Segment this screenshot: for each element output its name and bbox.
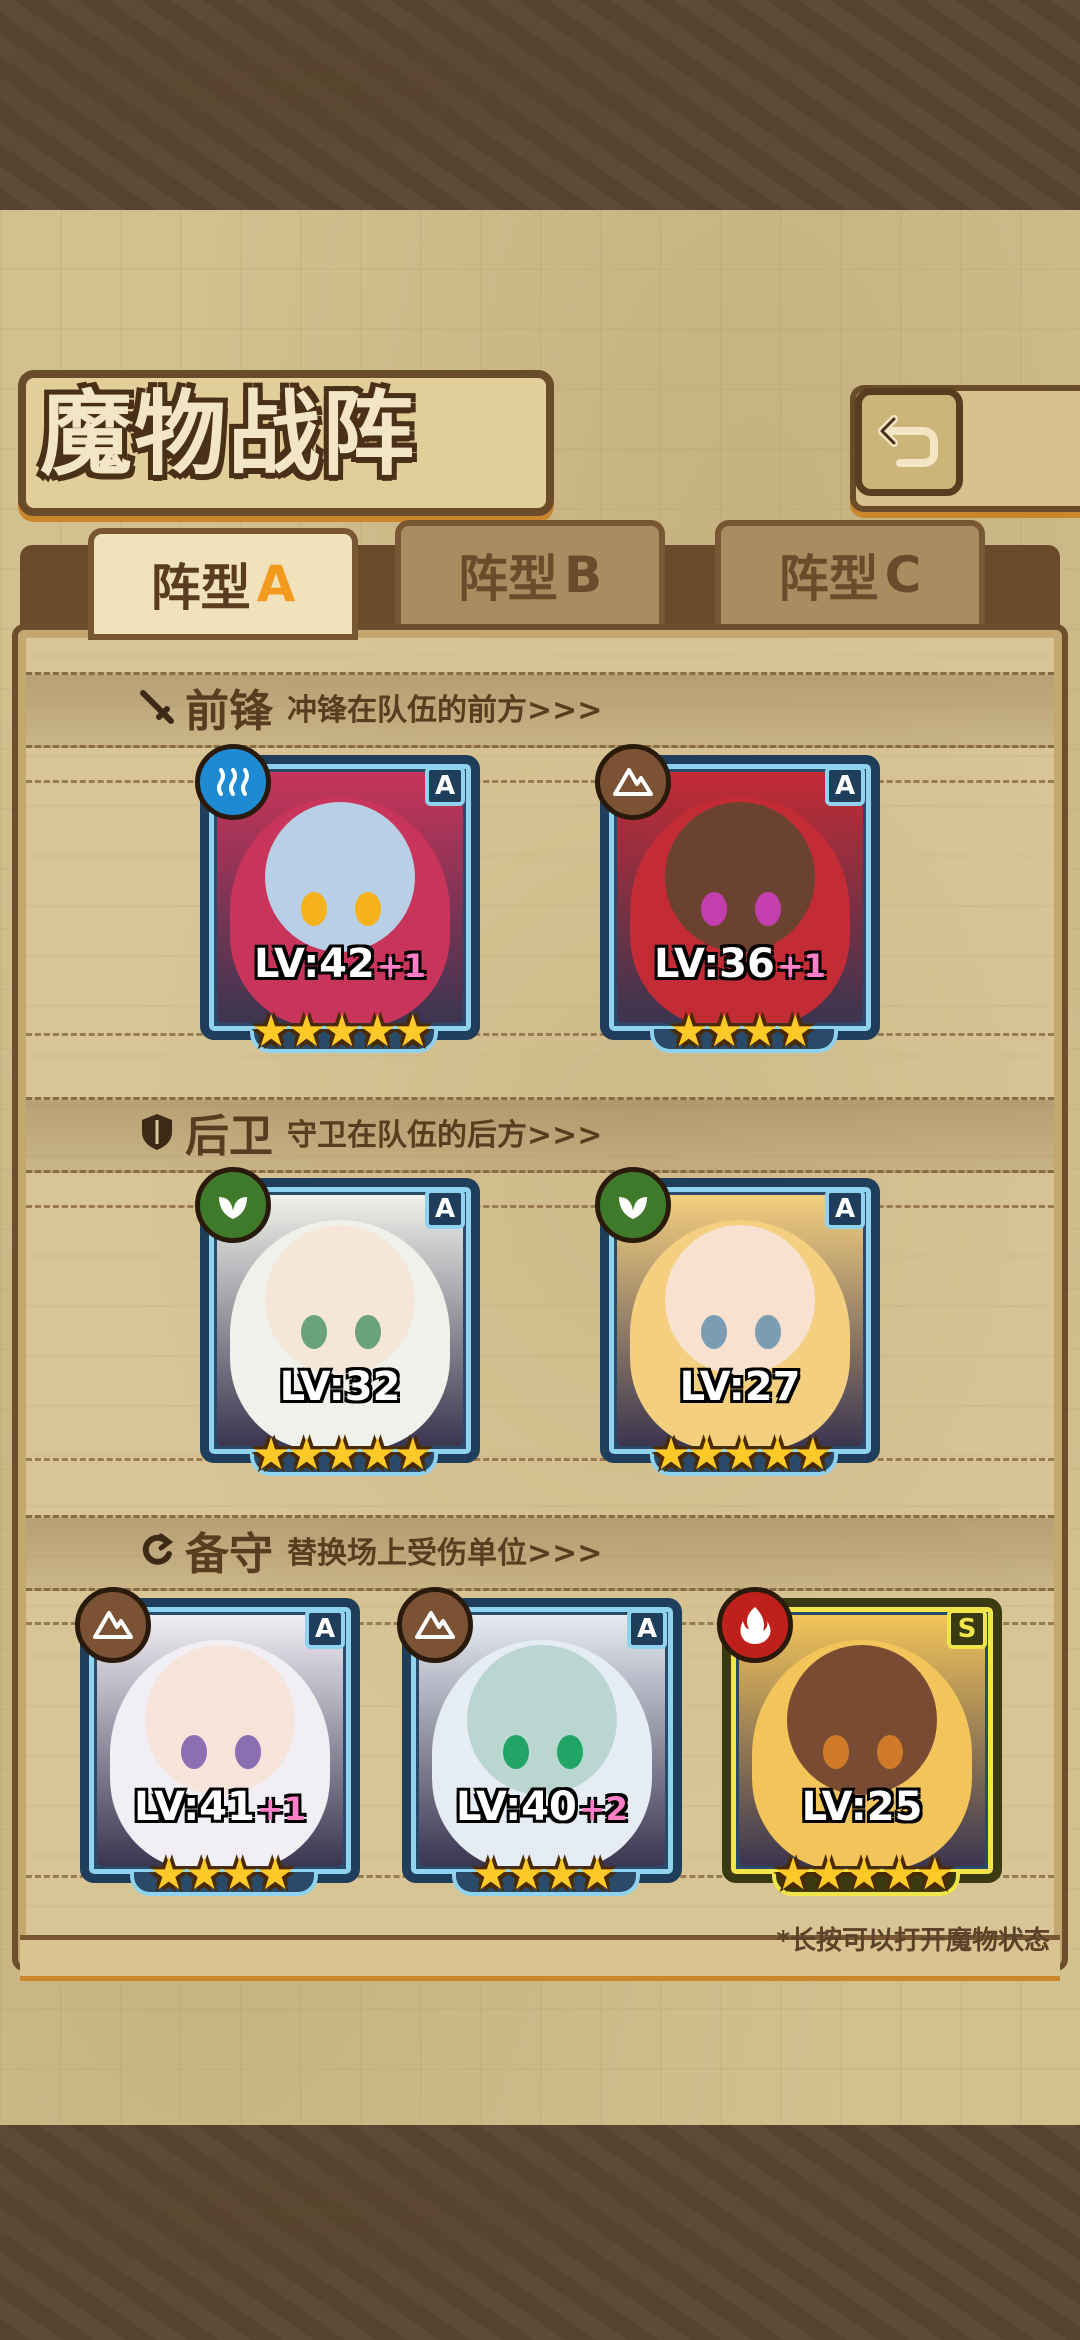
eye-shape xyxy=(556,1735,583,1770)
shield-icon xyxy=(135,1110,179,1154)
level-value: LV:41 xyxy=(134,1784,255,1830)
rank-badge: A xyxy=(425,766,465,806)
star-rating: ★★★★ xyxy=(471,1849,617,1900)
earth-element-icon xyxy=(397,1587,473,1663)
level-text: LV:41+1 xyxy=(89,1784,351,1830)
tab-letter: C xyxy=(884,546,922,604)
tab-label: 阵型 xyxy=(778,550,879,608)
earth-element-icon xyxy=(595,744,671,820)
sword-icon xyxy=(135,685,179,729)
level-text: LV:32 xyxy=(209,1364,471,1410)
monster-card-2[interactable]: A LV:36+1 ★★★★ xyxy=(595,744,880,1057)
rank-badge: A xyxy=(627,1609,667,1649)
level-value: LV:40 xyxy=(456,1784,577,1830)
monster-card-4[interactable]: A LV:27 ★★★★★ xyxy=(595,1167,880,1480)
eye-shape xyxy=(300,1315,327,1350)
section-header-reserve: 备守 替换场上受伤单位>>> xyxy=(135,1515,602,1585)
tab-label: 阵型 xyxy=(150,559,251,617)
back-button[interactable] xyxy=(855,388,963,496)
fire-element-icon xyxy=(717,1587,793,1663)
monster-card-1[interactable]: A LV:42+1 ★★★★★ xyxy=(195,744,480,1057)
section-title: 前锋 xyxy=(185,686,273,737)
eye-shape xyxy=(754,892,781,927)
tab-letter: B xyxy=(563,546,603,604)
tab-formation-a[interactable]: 阵型 A xyxy=(88,528,358,640)
rank-badge: S xyxy=(947,1609,987,1649)
eye-shape xyxy=(754,1315,781,1350)
rank-badge: A xyxy=(425,1189,465,1229)
level-text: LV:25 xyxy=(731,1784,993,1830)
monster-card-6[interactable]: A LV:40+2 ★★★★ xyxy=(397,1587,682,1900)
page-title: 魔物战阵 xyxy=(40,380,417,488)
row-guides xyxy=(26,1205,1054,1461)
section-description: 冲锋在队伍的前方>>> xyxy=(287,693,603,728)
section-description: 替换场上受伤单位>>> xyxy=(287,1536,603,1571)
eye-shape xyxy=(700,892,727,927)
swap-icon xyxy=(135,1528,179,1572)
section-title: 后卫 xyxy=(185,1111,273,1162)
rank-badge: A xyxy=(305,1609,345,1649)
star-rating: ★★★★ xyxy=(669,1006,815,1057)
eye-shape xyxy=(354,1315,381,1350)
level-value: LV:27 xyxy=(679,1364,801,1410)
wood-element-icon xyxy=(595,1167,671,1243)
eye-shape xyxy=(876,1735,903,1770)
star-rating: ★★★★★ xyxy=(651,1429,832,1480)
star-rating: ★★★★ xyxy=(149,1849,295,1900)
level-text: LV:40+2 xyxy=(411,1784,673,1830)
star-rating: ★★★★★ xyxy=(251,1429,432,1480)
level-bonus: +1 xyxy=(376,947,426,985)
eye-shape xyxy=(354,892,381,927)
section-header-vanguard: 前锋 冲锋在队伍的前方>>> xyxy=(135,672,602,742)
tab-formation-c[interactable]: 阵型 C xyxy=(715,520,985,630)
return-arrow-icon xyxy=(874,405,944,479)
eye-shape xyxy=(700,1315,727,1350)
star-rating: ★★★★★ xyxy=(773,1849,954,1900)
monster-card-7[interactable]: S LV:25 ★★★★★ xyxy=(717,1587,1002,1900)
tab-formation-b[interactable]: 阵型 B xyxy=(395,520,665,630)
face-shape xyxy=(787,1645,937,1796)
long-press-hint: *长按可以打开魔物状态 xyxy=(776,1926,1050,1956)
eye-shape xyxy=(502,1735,529,1770)
level-value: LV:42 xyxy=(254,941,375,987)
face-shape xyxy=(265,802,415,953)
level-value: LV:36 xyxy=(654,941,775,987)
level-text: LV:27 xyxy=(609,1364,871,1410)
map-background-top xyxy=(0,0,1080,210)
face-shape xyxy=(467,1645,617,1796)
rank-badge: A xyxy=(825,1189,865,1229)
section-description: 守卫在队伍的后方>>> xyxy=(287,1118,603,1153)
eye-shape xyxy=(300,892,327,927)
section-header-rear: 后卫 守卫在队伍的后方>>> xyxy=(135,1097,602,1167)
tab-label: 阵型 xyxy=(457,550,558,608)
monster-card-5[interactable]: A LV:41+1 ★★★★ xyxy=(75,1587,360,1900)
face-shape xyxy=(265,1225,415,1376)
face-shape xyxy=(145,1645,295,1796)
eye-shape xyxy=(180,1735,207,1770)
wood-element-icon xyxy=(195,1167,271,1243)
map-background-bottom xyxy=(0,2125,1080,2340)
earth-element-icon xyxy=(75,1587,151,1663)
face-shape xyxy=(665,1225,815,1376)
section-title: 备守 xyxy=(185,1529,273,1580)
face-shape xyxy=(665,802,815,953)
row-guides xyxy=(26,780,1054,1036)
tab-letter: A xyxy=(256,555,296,613)
level-bonus: +1 xyxy=(776,947,826,985)
eye-shape xyxy=(822,1735,849,1770)
eye-shape xyxy=(234,1735,261,1770)
level-bonus: +1 xyxy=(256,1790,306,1828)
level-value: LV:32 xyxy=(279,1364,401,1410)
rank-badge: A xyxy=(825,766,865,806)
monster-card-3[interactable]: A LV:32 ★★★★★ xyxy=(195,1167,480,1480)
level-bonus: +2 xyxy=(578,1790,628,1828)
level-value: LV:25 xyxy=(801,1784,923,1830)
water-element-icon xyxy=(195,744,271,820)
level-text: LV:36+1 xyxy=(609,941,871,987)
star-rating: ★★★★★ xyxy=(251,1006,432,1057)
level-text: LV:42+1 xyxy=(209,941,471,987)
